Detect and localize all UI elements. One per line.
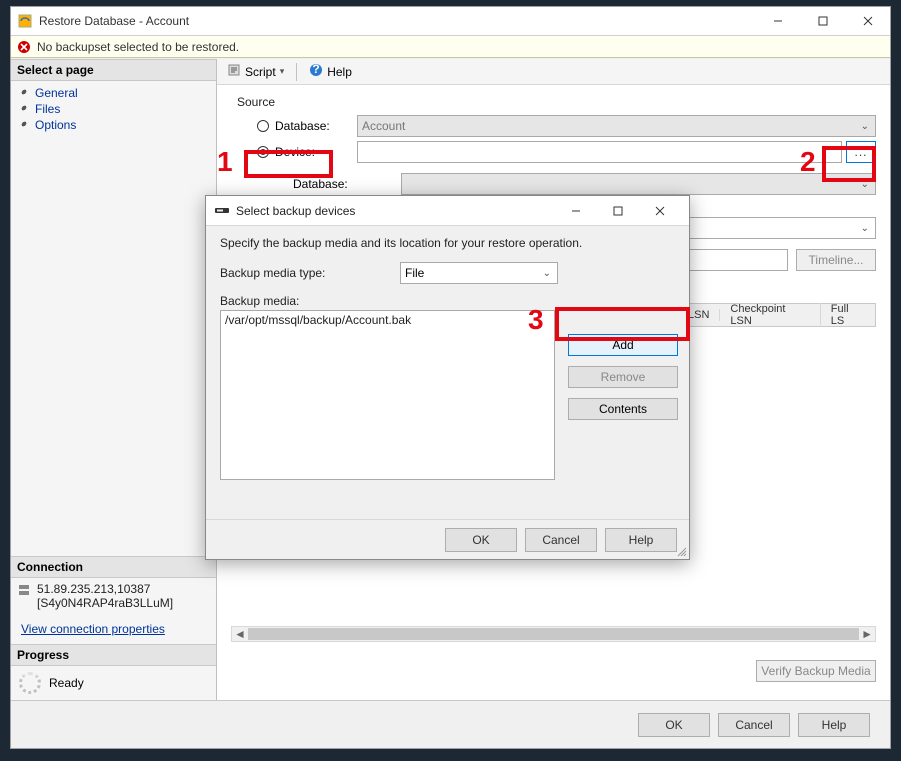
col-full-ls: Full LS bbox=[821, 303, 875, 327]
warning-bar: No backupset selected to be restored. bbox=[11, 36, 890, 58]
remove-button[interactable]: Remove bbox=[568, 366, 678, 388]
dialog-titlebar: Select backup devices bbox=[206, 196, 689, 226]
script-label: Script bbox=[245, 65, 276, 79]
dropdown-arrow-icon: ▾ bbox=[280, 66, 285, 77]
database-radio-label: Database: bbox=[275, 119, 330, 133]
dialog-maximize-button[interactable] bbox=[597, 196, 639, 225]
page-label: Files bbox=[35, 102, 60, 116]
source-database-value: Account bbox=[362, 119, 405, 133]
media-type-row: Backup media type: File ⌄ bbox=[220, 262, 675, 284]
window-buttons bbox=[755, 7, 890, 35]
scroll-left-icon[interactable]: ◄ bbox=[234, 627, 246, 641]
minimize-button[interactable] bbox=[755, 7, 800, 35]
media-type-label: Backup media type: bbox=[220, 266, 400, 280]
progress-status: Ready bbox=[49, 676, 84, 690]
toolbar: Script ▾ ? Help bbox=[217, 59, 890, 85]
script-icon bbox=[227, 63, 241, 80]
media-type-value: File bbox=[405, 266, 424, 280]
device-radio-label: Device: bbox=[275, 145, 315, 159]
app-icon bbox=[17, 13, 33, 29]
database-radio[interactable] bbox=[257, 120, 269, 132]
dialog-icon bbox=[214, 204, 230, 218]
script-button[interactable]: Script ▾ bbox=[223, 61, 288, 82]
page-files[interactable]: Files bbox=[11, 101, 216, 117]
page-list: General Files Options bbox=[11, 81, 216, 137]
select-backup-devices-dialog: Select backup devices Specify the backup… bbox=[205, 195, 690, 560]
chevron-down-icon: ⌄ bbox=[543, 268, 553, 279]
connection-info: 51.89.235.213,10387 [S4y0N4RAP4raB3LLuM] bbox=[11, 578, 216, 614]
dialog-footer: OK Cancel Help bbox=[206, 519, 689, 559]
chevron-down-icon: ⌄ bbox=[861, 179, 871, 190]
maximize-button[interactable] bbox=[800, 7, 845, 35]
titlebar: Restore Database - Account bbox=[11, 7, 890, 36]
warning-text: No backupset selected to be restored. bbox=[37, 40, 239, 54]
restore-database-combo[interactable]: ⌄ bbox=[401, 173, 876, 195]
ok-button[interactable]: OK bbox=[638, 713, 710, 737]
view-connection-properties-link[interactable]: View connection properties bbox=[11, 614, 216, 644]
ellipsis-icon: ... bbox=[854, 145, 867, 159]
dialog-side-buttons: Add Remove Contents bbox=[568, 334, 678, 420]
horizontal-scrollbar[interactable]: ◄ ► bbox=[231, 626, 876, 642]
contents-button[interactable]: Contents bbox=[568, 398, 678, 420]
backup-media-label: Backup media: bbox=[220, 294, 675, 308]
dialog-help-button[interactable]: Help bbox=[605, 528, 677, 552]
wrench-icon bbox=[17, 87, 29, 99]
browse-device-button[interactable]: ... bbox=[846, 141, 876, 163]
source-database-combo[interactable]: Account ⌄ bbox=[357, 115, 876, 137]
left-panel: Select a page General Files Options Conn… bbox=[11, 59, 217, 700]
progress-header: Progress bbox=[11, 644, 216, 666]
server-address: 51.89.235.213,10387 bbox=[37, 582, 173, 596]
add-button[interactable]: Add bbox=[568, 334, 678, 356]
backup-media-item[interactable]: /var/opt/mssql/backup/Account.bak bbox=[225, 313, 550, 327]
dialog-cancel-button[interactable]: Cancel bbox=[525, 528, 597, 552]
wrench-icon bbox=[17, 103, 29, 115]
backup-sets-table-header: LSN Checkpoint LSN Full LS bbox=[677, 303, 876, 327]
backup-media-list[interactable]: /var/opt/mssql/backup/Account.bak bbox=[220, 310, 555, 480]
source-device-row: Device: ... bbox=[237, 139, 876, 165]
source-database-row: Database: Account ⌄ bbox=[237, 113, 876, 139]
wrench-icon bbox=[17, 119, 29, 131]
device-radio[interactable] bbox=[257, 146, 269, 158]
connection-header: Connection bbox=[11, 556, 216, 578]
chevron-down-icon: ⌄ bbox=[861, 121, 871, 132]
page-label: General bbox=[35, 86, 78, 100]
page-label: Options bbox=[35, 118, 76, 132]
source-db-row: Database: ⌄ bbox=[237, 171, 876, 197]
scroll-right-icon[interactable]: ► bbox=[861, 627, 873, 641]
cancel-button[interactable]: Cancel bbox=[718, 713, 790, 737]
server-icon bbox=[17, 583, 31, 597]
page-options[interactable]: Options bbox=[11, 117, 216, 133]
page-general[interactable]: General bbox=[11, 85, 216, 101]
chevron-down-icon: ⌄ bbox=[861, 223, 871, 234]
resize-grip-icon[interactable] bbox=[675, 545, 687, 557]
verify-backup-media-button[interactable]: Verify Backup Media bbox=[756, 660, 876, 682]
progress-row: Ready bbox=[11, 666, 216, 700]
database-label: Database: bbox=[237, 177, 401, 191]
dialog-minimize-button[interactable] bbox=[555, 196, 597, 225]
help-button[interactable]: ? Help bbox=[305, 61, 356, 82]
select-page-header: Select a page bbox=[11, 59, 216, 81]
help-label: Help bbox=[327, 65, 352, 79]
dialog-ok-button[interactable]: OK bbox=[445, 528, 517, 552]
source-header: Source bbox=[237, 95, 876, 109]
help-button[interactable]: Help bbox=[798, 713, 870, 737]
timeline-button[interactable]: Timeline... bbox=[796, 249, 876, 271]
media-type-combo[interactable]: File ⌄ bbox=[400, 262, 558, 284]
help-icon: ? bbox=[309, 63, 323, 80]
dialog-close-button[interactable] bbox=[639, 196, 681, 225]
dialog-body: Specify the backup media and its locatio… bbox=[206, 226, 689, 559]
col-checkpoint-lsn: Checkpoint LSN bbox=[720, 303, 820, 327]
user-name: [S4y0N4RAP4raB3LLuM] bbox=[37, 596, 173, 610]
device-path-input[interactable] bbox=[357, 141, 842, 163]
error-icon bbox=[17, 40, 31, 54]
window-title: Restore Database - Account bbox=[39, 14, 755, 28]
close-button[interactable] bbox=[845, 7, 890, 35]
svg-text:?: ? bbox=[313, 63, 320, 76]
progress-spinner-icon bbox=[19, 672, 41, 694]
window-footer: OK Cancel Help bbox=[11, 700, 890, 748]
dialog-description: Specify the backup media and its locatio… bbox=[220, 236, 675, 250]
dialog-title: Select backup devices bbox=[236, 204, 555, 218]
